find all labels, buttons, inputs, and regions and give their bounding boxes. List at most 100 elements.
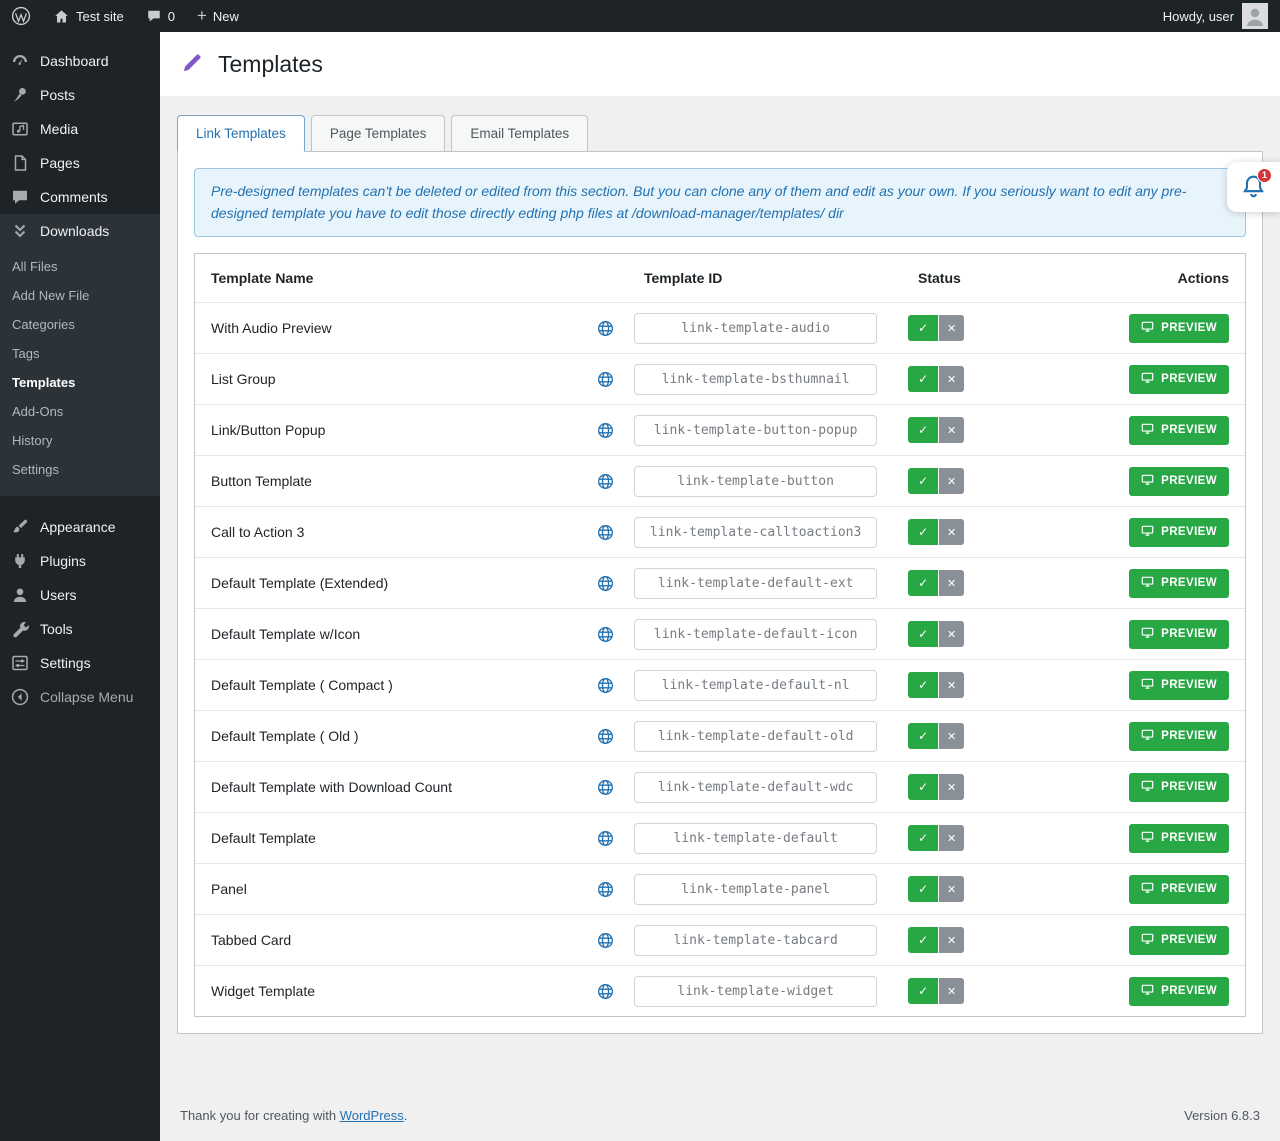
preview-button[interactable]: PREVIEW bbox=[1129, 620, 1229, 649]
template-id-input[interactable] bbox=[634, 517, 877, 548]
template-name: Default Template ( Old ) bbox=[211, 728, 359, 744]
sidebar-item-settings[interactable]: Settings bbox=[0, 646, 160, 680]
sidebar-item-plugins[interactable]: Plugins bbox=[0, 544, 160, 578]
wordpress-link[interactable]: WordPress bbox=[340, 1108, 404, 1123]
wordpress-menu[interactable] bbox=[0, 0, 42, 32]
preview-button[interactable]: PREVIEW bbox=[1129, 773, 1229, 802]
globe-icon bbox=[596, 727, 615, 746]
status-inactive-button[interactable]: ✕ bbox=[939, 621, 964, 647]
status-inactive-button[interactable]: ✕ bbox=[939, 570, 964, 596]
submenu-tags[interactable]: Tags bbox=[0, 339, 160, 368]
status-inactive-button[interactable]: ✕ bbox=[939, 876, 964, 902]
preview-button[interactable]: PREVIEW bbox=[1129, 671, 1229, 700]
status-active-button[interactable]: ✓ bbox=[908, 315, 938, 341]
submenu-categories[interactable]: Categories bbox=[0, 310, 160, 339]
new-content-menu[interactable]: + New bbox=[186, 0, 250, 32]
status-active-button[interactable]: ✓ bbox=[908, 417, 938, 443]
template-name: Default Template w/Icon bbox=[211, 626, 360, 642]
submenu-settings[interactable]: Settings bbox=[0, 455, 160, 484]
globe-icon bbox=[596, 982, 615, 1001]
template-id-input[interactable] bbox=[634, 313, 877, 344]
status-inactive-button[interactable]: ✕ bbox=[939, 927, 964, 953]
status-inactive-button[interactable]: ✕ bbox=[939, 774, 964, 800]
submenu-add-ons[interactable]: Add-Ons bbox=[0, 397, 160, 426]
status-active-button[interactable]: ✓ bbox=[908, 825, 938, 851]
template-id-input[interactable] bbox=[634, 874, 877, 905]
preview-button[interactable]: PREVIEW bbox=[1129, 314, 1229, 343]
status-active-button[interactable]: ✓ bbox=[908, 723, 938, 749]
globe-icon bbox=[596, 421, 615, 440]
account-menu[interactable]: Howdy, user bbox=[1151, 0, 1280, 32]
preview-button[interactable]: PREVIEW bbox=[1129, 467, 1229, 496]
status-inactive-button[interactable]: ✕ bbox=[939, 978, 964, 1004]
template-id-input[interactable] bbox=[634, 670, 877, 701]
status-active-button[interactable]: ✓ bbox=[908, 570, 938, 596]
globe-icon bbox=[596, 778, 615, 797]
notifications-flyout[interactable]: 1 bbox=[1227, 162, 1280, 212]
sidebar-item-dashboard[interactable]: Dashboard bbox=[0, 44, 160, 78]
avatar bbox=[1242, 3, 1268, 29]
status-active-button[interactable]: ✓ bbox=[908, 621, 938, 647]
submenu-add-new-file[interactable]: Add New File bbox=[0, 281, 160, 310]
template-id-input[interactable] bbox=[634, 976, 877, 1007]
preview-button[interactable]: PREVIEW bbox=[1129, 926, 1229, 955]
status-active-button[interactable]: ✓ bbox=[908, 774, 938, 800]
table-row: Tabbed Card ✓✕ PREVIEW bbox=[195, 914, 1245, 965]
wordpress-logo-icon bbox=[11, 6, 31, 26]
status-inactive-button[interactable]: ✕ bbox=[939, 723, 964, 749]
status-inactive-button[interactable]: ✕ bbox=[939, 417, 964, 443]
status-active-button[interactable]: ✓ bbox=[908, 519, 938, 545]
preview-button[interactable]: PREVIEW bbox=[1129, 416, 1229, 445]
sidebar-item-media[interactable]: Media bbox=[0, 112, 160, 146]
sidebar-item-collapse-menu[interactable]: Collapse Menu bbox=[0, 680, 160, 714]
status-inactive-button[interactable]: ✕ bbox=[939, 825, 964, 851]
status-active-button[interactable]: ✓ bbox=[908, 366, 938, 392]
sidebar-item-posts[interactable]: Posts bbox=[0, 78, 160, 112]
preview-button[interactable]: PREVIEW bbox=[1129, 875, 1229, 904]
preview-button[interactable]: PREVIEW bbox=[1129, 824, 1229, 853]
submenu-history[interactable]: History bbox=[0, 426, 160, 455]
template-id-input[interactable] bbox=[634, 772, 877, 803]
sidebar-item-tools[interactable]: Tools bbox=[0, 612, 160, 646]
sidebar-item-appearance[interactable]: Appearance bbox=[0, 510, 160, 544]
site-link[interactable]: Test site bbox=[42, 0, 135, 32]
template-id-input[interactable] bbox=[634, 415, 877, 446]
howdy-text: Howdy, user bbox=[1163, 9, 1234, 24]
status-inactive-button[interactable]: ✕ bbox=[939, 672, 964, 698]
table-row: Default Template ( Old ) ✓✕ PREVIEW bbox=[195, 710, 1245, 761]
submenu-templates[interactable]: Templates bbox=[0, 368, 160, 397]
template-id-input[interactable] bbox=[634, 619, 877, 650]
preview-button[interactable]: PREVIEW bbox=[1129, 518, 1229, 547]
status-inactive-button[interactable]: ✕ bbox=[939, 366, 964, 392]
status-inactive-button[interactable]: ✕ bbox=[939, 468, 964, 494]
template-id-input[interactable] bbox=[634, 568, 877, 599]
tab-email-templates[interactable]: Email Templates bbox=[451, 115, 588, 152]
status-inactive-button[interactable]: ✕ bbox=[939, 315, 964, 341]
sidebar-item-users[interactable]: Users bbox=[0, 578, 160, 612]
tab-page-templates[interactable]: Page Templates bbox=[311, 115, 446, 152]
preview-button[interactable]: PREVIEW bbox=[1129, 722, 1229, 751]
preview-button[interactable]: PREVIEW bbox=[1129, 569, 1229, 598]
template-id-input[interactable] bbox=[634, 925, 877, 956]
template-id-input[interactable] bbox=[634, 823, 877, 854]
status-active-button[interactable]: ✓ bbox=[908, 468, 938, 494]
status-active-button[interactable]: ✓ bbox=[908, 672, 938, 698]
status-active-button[interactable]: ✓ bbox=[908, 927, 938, 953]
template-id-input[interactable] bbox=[634, 721, 877, 752]
sidebar-item-pages[interactable]: Pages bbox=[0, 146, 160, 180]
status-active-button[interactable]: ✓ bbox=[908, 978, 938, 1004]
status-inactive-button[interactable]: ✕ bbox=[939, 519, 964, 545]
sidebar-item-comments[interactable]: Comments bbox=[0, 180, 160, 214]
comments-counter[interactable]: 0 bbox=[135, 0, 186, 32]
status-active-button[interactable]: ✓ bbox=[908, 876, 938, 902]
template-id-input[interactable] bbox=[634, 466, 877, 497]
sidebar-item-downloads[interactable]: Downloads bbox=[0, 214, 160, 248]
preview-button-label: PREVIEW bbox=[1161, 730, 1217, 742]
preview-button[interactable]: PREVIEW bbox=[1129, 977, 1229, 1006]
submenu-all-files[interactable]: All Files bbox=[0, 252, 160, 281]
tab-link-templates[interactable]: Link Templates bbox=[177, 115, 305, 152]
monitor-icon bbox=[1141, 626, 1154, 642]
template-id-input[interactable] bbox=[634, 364, 877, 395]
preview-button[interactable]: PREVIEW bbox=[1129, 365, 1229, 394]
preview-button-label: PREVIEW bbox=[1161, 526, 1217, 538]
